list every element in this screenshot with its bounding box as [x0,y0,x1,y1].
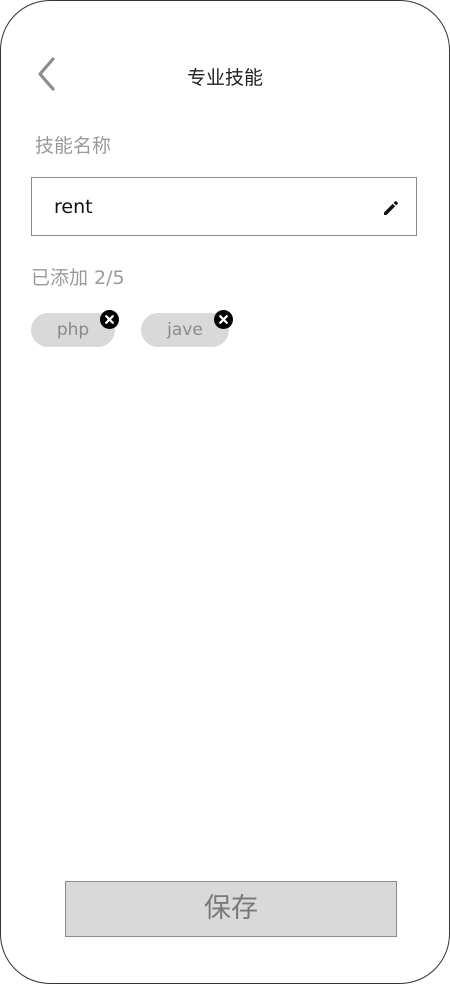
close-icon[interactable] [100,310,119,329]
added-count: 已添加 2/5 [31,263,131,290]
skill-tag-jave: jave [141,310,233,347]
skill-name-label: 技能名称 [35,135,112,157]
skill-tag-php: php [31,310,119,347]
save-button[interactable]: 保存 [65,881,397,937]
skill-tag-label: php [56,320,90,340]
added-label: 已添加 [31,267,89,289]
skill-tag-label: jave [167,320,203,340]
pencil-icon[interactable] [382,199,400,217]
added-count-value: 2/5 [94,267,125,289]
skill-name-input[interactable] [54,178,364,235]
phone-frame: 专业技能 技能名称 已添加2/5 php jave [0,0,450,984]
skill-name-field[interactable] [31,177,417,236]
close-icon[interactable] [214,310,233,329]
page-title: 专业技能 [186,67,263,89]
